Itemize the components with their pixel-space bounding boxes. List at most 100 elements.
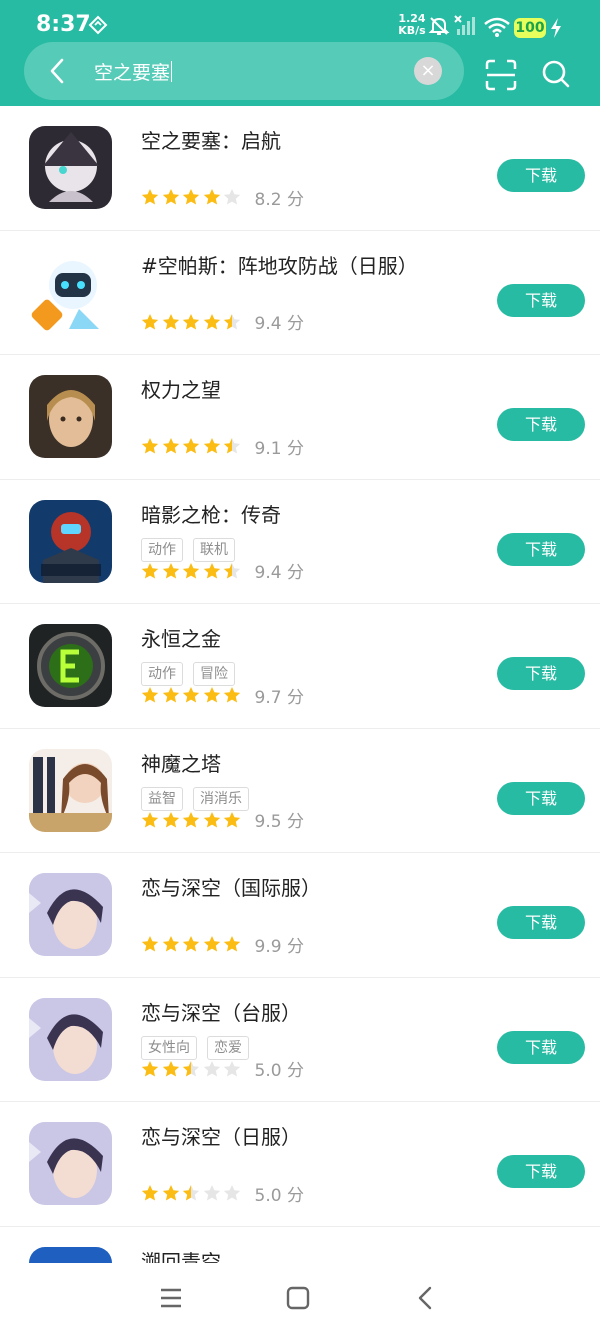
app-rating: 5.0 分: [141, 1183, 304, 1206]
app-name[interactable]: 恋与深空（国际服）: [141, 872, 321, 901]
star-icon: [203, 936, 220, 952]
scan-icon[interactable]: [484, 58, 518, 92]
star-icon: [141, 189, 159, 205]
app-list-item[interactable]: 恋与深空（日服） 5.0 分 下载: [0, 1102, 600, 1227]
star-icon: [141, 936, 159, 952]
download-button[interactable]: 下载: [497, 408, 585, 441]
app-list-item[interactable]: 恋与深空（台服） 女性向 恋爱 5.0 分 下载: [0, 978, 600, 1102]
app-icon[interactable]: [29, 873, 112, 956]
app-list-item[interactable]: 暗影之枪：传奇 动作 联机 9.4 分 下载: [0, 480, 600, 604]
search-input[interactable]: 空之要塞: [94, 58, 173, 85]
star-icon: [141, 687, 159, 703]
rating-stars: [141, 935, 244, 953]
back-icon[interactable]: [411, 1283, 441, 1313]
app-name[interactable]: 溯回青空: [141, 1246, 221, 1264]
app-tag: 联机: [193, 537, 235, 562]
star-icon: [182, 811, 200, 827]
app-icon[interactable]: [29, 624, 112, 707]
star-icon: [223, 1185, 241, 1201]
app-rating: 9.4 分: [141, 561, 304, 583]
download-button[interactable]: 下载: [497, 159, 585, 192]
app-rating: 9.4 分: [141, 312, 304, 334]
app-list-item[interactable]: 溯回青空: [0, 1227, 600, 1264]
app-name[interactable]: 永恒之金: [141, 623, 221, 652]
app-rating: 9.5 分: [141, 810, 304, 832]
app-score: 5.0 分: [254, 1185, 304, 1206]
app-list-item[interactable]: 永恒之金 动作 冒险 9.7 分 下载: [0, 604, 600, 729]
home-icon[interactable]: [283, 1283, 313, 1313]
app-name[interactable]: 神魔之塔: [141, 748, 221, 777]
star-icon: [162, 811, 179, 827]
clear-icon[interactable]: ×: [414, 57, 442, 85]
download-button[interactable]: 下载: [497, 781, 585, 815]
star-icon: [162, 313, 179, 329]
download-button[interactable]: 下载: [497, 906, 585, 939]
download-button[interactable]: 下载: [497, 532, 585, 566]
app-name[interactable]: 空之要塞：启航: [141, 125, 281, 154]
search-bar[interactable]: 空之要塞 ×: [24, 42, 464, 100]
star-icon: [162, 936, 179, 952]
net-speed: 1.24 KB/s: [397, 13, 427, 37]
download-button[interactable]: 下载: [497, 283, 585, 317]
charging-icon: [551, 18, 561, 38]
back-icon[interactable]: [44, 57, 72, 85]
app-list-item[interactable]: 权力之望 9.1 分 下载: [0, 355, 600, 480]
app-list-item[interactable]: 恋与深空（国际服） 9.9 分 下载: [0, 853, 600, 978]
app-score: 9.1 分: [254, 438, 304, 459]
app-list-item[interactable]: #空帕斯：阵地攻防战（日服） 9.4 分 下载: [0, 231, 600, 355]
app-name[interactable]: 恋与深空（台服）: [141, 997, 301, 1026]
app-tag: 恋爱: [207, 1035, 249, 1060]
app-tags: 女性向 恋爱: [141, 1035, 259, 1060]
app-icon[interactable]: [29, 499, 112, 583]
app-name[interactable]: 恋与深空（日服）: [141, 1121, 301, 1150]
star-icon: [223, 438, 241, 454]
star-icon: [203, 687, 220, 703]
star-icon: [162, 1060, 179, 1076]
app-name[interactable]: #空帕斯：阵地攻防战（日服）: [141, 250, 418, 279]
star-icon: [182, 1185, 200, 1201]
app-rating: 9.9 分: [141, 934, 304, 957]
no-signal-icon: [454, 15, 475, 35]
star-icon: [162, 1185, 179, 1201]
star-icon: [141, 438, 159, 454]
search-icon[interactable]: [540, 58, 572, 90]
app-list-item[interactable]: 空之要塞：启航 8.2 分 下载: [0, 106, 600, 231]
app-icon[interactable]: [29, 1246, 112, 1263]
download-button[interactable]: 下载: [497, 657, 585, 690]
rating-stars: [141, 1060, 244, 1078]
app-icon[interactable]: [29, 375, 112, 458]
mute-icon: [428, 17, 450, 35]
star-icon: [203, 562, 220, 578]
download-button[interactable]: 下载: [497, 1030, 585, 1064]
app-tag: 动作: [141, 537, 183, 562]
star-icon: [223, 687, 241, 703]
star-icon: [203, 189, 220, 205]
app-icon[interactable]: [29, 748, 112, 832]
menu-icon[interactable]: [156, 1283, 186, 1313]
app-name[interactable]: 暗影之枪：传奇: [141, 499, 281, 528]
wifi-icon: [484, 17, 510, 37]
search-results-list[interactable]: 空之要塞：启航 8.2 分 下载 #空帕斯：阵地攻防战（日服） 9.4 分 下载…: [0, 106, 600, 1263]
star-icon: [203, 1060, 220, 1076]
app-list-item[interactable]: 神魔之塔 益智 消消乐 9.5 分 下载: [0, 729, 600, 853]
star-icon: [223, 811, 241, 827]
app-score: 9.5 分: [254, 812, 304, 832]
star-icon: [223, 562, 241, 578]
app-icon[interactable]: [29, 997, 112, 1081]
star-icon: [223, 1060, 241, 1076]
star-icon: [203, 313, 220, 329]
app-icon[interactable]: [29, 1122, 112, 1205]
app-icon[interactable]: [29, 250, 112, 334]
star-icon: [223, 189, 241, 205]
star-icon: [182, 189, 200, 205]
app-rating: 9.1 分: [141, 436, 304, 459]
app-score: 9.7 分: [254, 687, 304, 708]
star-icon: [162, 687, 179, 703]
download-button[interactable]: 下载: [497, 1155, 585, 1188]
app-name[interactable]: 权力之望: [141, 374, 221, 403]
app-icon[interactable]: [29, 126, 112, 209]
star-icon: [141, 1060, 159, 1076]
app-tags: 动作 冒险: [141, 662, 245, 686]
rating-stars: [141, 686, 244, 704]
rating-stars: [141, 811, 244, 829]
